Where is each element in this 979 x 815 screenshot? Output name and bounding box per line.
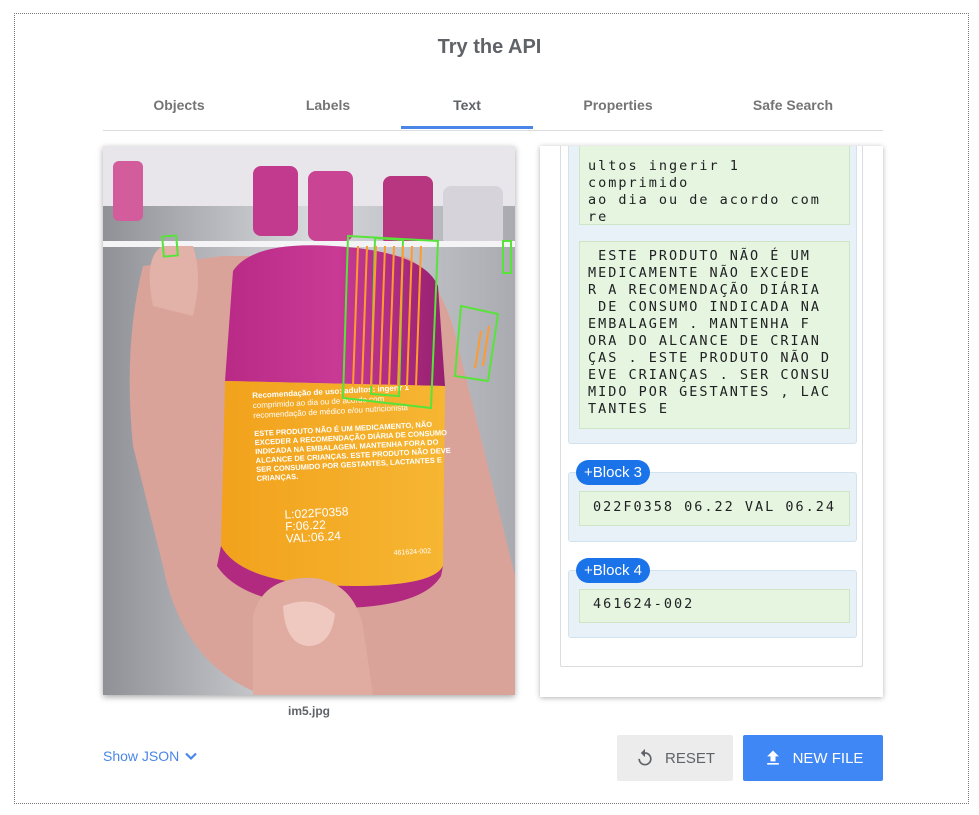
- block-4-chip[interactable]: +Block 4: [576, 558, 650, 583]
- text-block: ultos ingerir 1 comprimido ao dia ou de …: [568, 146, 857, 444]
- paragraph-text: 022F0358 06.22 VAL 06.24: [579, 491, 850, 526]
- tab-safe-search[interactable]: Safe Search: [723, 88, 863, 128]
- tab-labels[interactable]: Labels: [273, 88, 383, 128]
- paragraph-text: 461624-002: [579, 589, 850, 623]
- reset-button[interactable]: RESET: [617, 735, 733, 781]
- tab-bar: Objects Labels Text Properties Safe Sear…: [103, 88, 883, 131]
- chevron-down-icon: [185, 752, 198, 761]
- block-3-chip[interactable]: +Block 3: [576, 460, 650, 485]
- tab-objects[interactable]: Objects: [123, 88, 235, 128]
- image-filename: im5.jpg: [287, 704, 330, 718]
- paragraph-text: ESTE PRODUTO NÃO É UM MEDICAMENTE NÃO EX…: [579, 241, 850, 429]
- results-panel[interactable]: ultos ingerir 1 comprimido ao dia ou de …: [540, 146, 883, 697]
- paragraph-text: ultos ingerir 1 comprimido ao dia ou de …: [579, 146, 850, 225]
- show-json-toggle[interactable]: Show JSON: [103, 748, 199, 764]
- reset-icon: [638, 748, 652, 766]
- new-file-button[interactable]: NEW FILE: [743, 735, 883, 781]
- upload-icon: [766, 750, 779, 765]
- page-title: Try the API: [437, 36, 542, 58]
- reset-label: RESET: [664, 749, 715, 767]
- label-text-line: VAL:06.24: [285, 529, 341, 546]
- new-file-label: NEW FILE: [792, 749, 864, 767]
- tab-text[interactable]: Text: [401, 88, 533, 129]
- analyzed-image: Recomendação de uso: adultos: ingerir 1 …: [103, 146, 515, 695]
- tab-properties[interactable]: Properties: [558, 88, 678, 128]
- photo-illustration: Recomendação de uso: adultos: ingerir 1 …: [103, 146, 515, 695]
- show-json-label: Show JSON: [103, 748, 180, 764]
